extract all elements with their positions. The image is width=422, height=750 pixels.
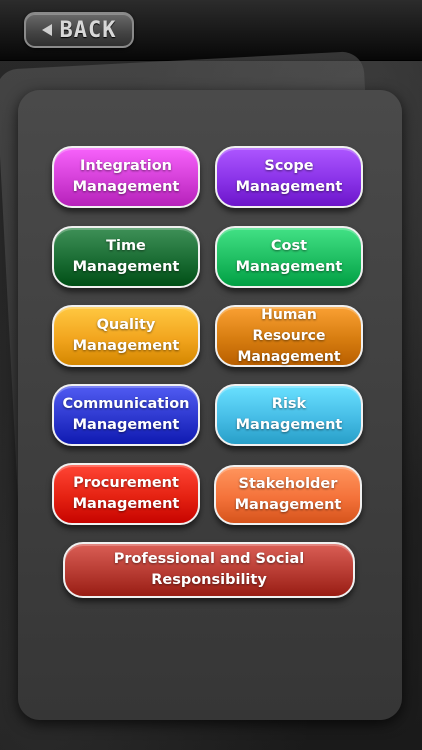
- top-bar: BACK: [0, 0, 422, 61]
- human-resource-management-button[interactable]: Human Resource Management: [215, 305, 363, 367]
- integration-management-button[interactable]: Integration Management: [52, 146, 200, 208]
- communication-line1: Communication: [62, 396, 190, 412]
- time-line1: Time: [106, 238, 146, 254]
- stakeholder-line1: Stakeholder: [238, 476, 338, 492]
- integration-line1: Integration: [80, 158, 172, 174]
- cost-management-button[interactable]: Cost Management: [215, 226, 363, 288]
- communication-management-button[interactable]: Communication Management: [52, 384, 200, 446]
- cost-line1: Cost: [270, 238, 308, 254]
- scope-line2: Management: [235, 179, 343, 195]
- communication-line2: Management: [72, 417, 180, 433]
- risk-line1: Risk: [271, 396, 307, 412]
- integration-line2: Management: [72, 179, 180, 195]
- time-management-button[interactable]: Time Management: [52, 226, 200, 288]
- risk-line2: Management: [235, 417, 343, 433]
- quality-management-button[interactable]: Quality Management: [52, 305, 200, 367]
- professional-line2: Responsibility: [151, 572, 267, 588]
- procurement-line1: Procurement: [73, 475, 179, 491]
- risk-management-button[interactable]: Risk Management: [215, 384, 363, 446]
- back-button[interactable]: BACK: [24, 12, 134, 48]
- human-resource-line1: Human Resource: [252, 306, 326, 344]
- professional-social-responsibility-button[interactable]: Professional and Social Responsibility: [63, 542, 355, 598]
- professional-line1: Professional and Social: [113, 551, 305, 567]
- back-arrow-icon: [41, 24, 52, 36]
- scope-management-button[interactable]: Scope Management: [215, 146, 363, 208]
- quality-line1: Quality: [96, 317, 156, 333]
- stakeholder-line2: Management: [234, 497, 342, 513]
- scope-line1: Scope: [264, 158, 314, 174]
- back-button-label: BACK: [59, 17, 117, 43]
- time-line2: Management: [72, 259, 180, 275]
- quality-line2: Management: [72, 338, 180, 354]
- stakeholder-management-button[interactable]: Stakeholder Management: [214, 465, 362, 525]
- procurement-management-button[interactable]: Procurement Management: [52, 463, 200, 525]
- human-resource-line2: Management: [237, 348, 341, 365]
- procurement-line2: Management: [72, 496, 180, 512]
- cost-line2: Management: [235, 259, 343, 275]
